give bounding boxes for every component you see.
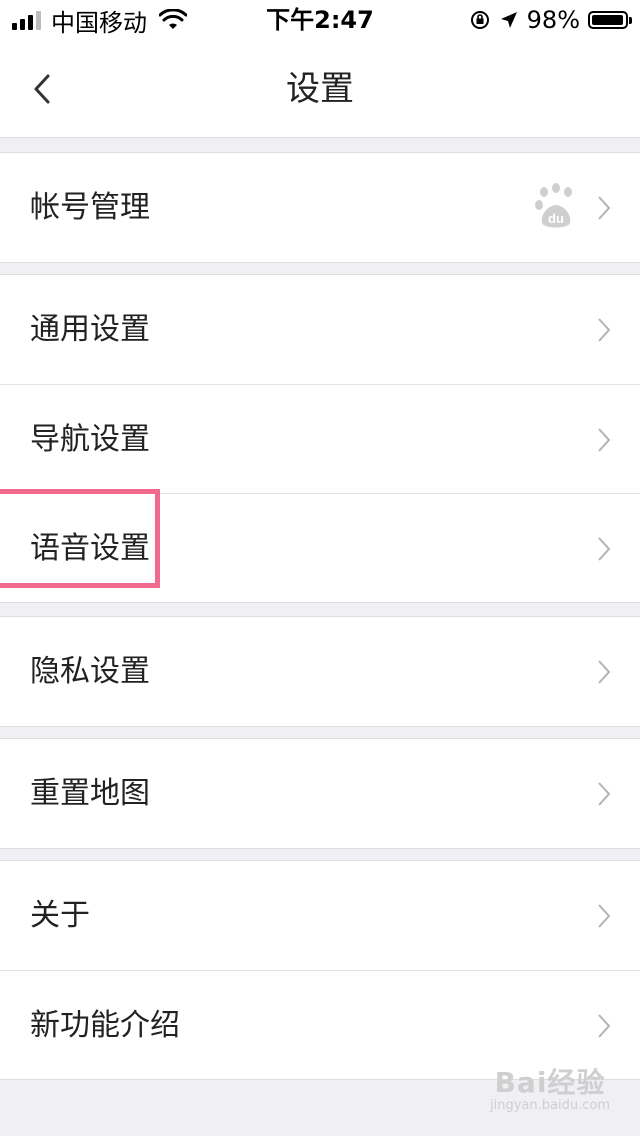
settings-row-privacy[interactable]: 隐私设置 <box>0 617 640 726</box>
location-arrow-icon <box>500 12 517 28</box>
settings-row-account[interactable]: 帐号管理 du <box>0 153 640 262</box>
row-label: 隐私设置 <box>30 654 150 689</box>
watermark-url: jingyan.baidu.com <box>490 1098 610 1113</box>
baidu-paw-icon: du <box>535 183 572 228</box>
settings-row-navigation[interactable]: 导航设置 <box>0 384 640 493</box>
chevron-right-icon <box>598 660 611 684</box>
settings-row-voice[interactable]: 语音设置 <box>0 493 640 602</box>
status-right: 98% <box>469 4 632 36</box>
row-label: 关于 <box>30 898 90 933</box>
settings-group-privacy: 隐私设置 <box>0 616 640 727</box>
battery-icon <box>588 11 632 29</box>
battery-percent: 98% <box>526 6 580 34</box>
watermark: Bai经验 jingyan.baidu.com <box>490 1068 610 1114</box>
settings-row-new-features[interactable]: 新功能介绍 <box>0 970 640 1079</box>
watermark-text: Bai经验 <box>494 1066 606 1099</box>
settings-group-general: 通用设置 导航设置 语音设置 <box>0 274 640 603</box>
settings-group-account: 帐号管理 du <box>0 152 640 263</box>
status-bar: 中国移动 下午2:47 98% <box>0 0 640 40</box>
chevron-right-icon <box>598 904 611 928</box>
row-label: 重置地图 <box>30 776 150 811</box>
row-label: 语音设置 <box>30 531 150 566</box>
row-label: 帐号管理 <box>30 190 150 225</box>
settings-row-reset-map[interactable]: 重置地图 <box>0 739 640 848</box>
settings-row-about[interactable]: 关于 <box>0 861 640 970</box>
chevron-right-icon <box>598 537 611 561</box>
nav-bar: 设置 <box>0 40 640 138</box>
battery-fill <box>592 15 624 25</box>
page-title: 设置 <box>286 69 354 109</box>
chevron-right-icon <box>598 1014 611 1038</box>
orientation-lock-icon <box>470 11 489 29</box>
settings-group-reset: 重置地图 <box>0 738 640 849</box>
chevron-right-icon <box>598 428 611 452</box>
chevron-right-icon <box>598 196 611 220</box>
row-label: 通用设置 <box>30 312 150 347</box>
svg-text:du: du <box>548 211 564 226</box>
row-label: 导航设置 <box>30 422 150 457</box>
settings-group-about: 关于 新功能介绍 <box>0 860 640 1080</box>
row-label: 新功能介绍 <box>30 1008 180 1043</box>
settings-row-general[interactable]: 通用设置 <box>0 275 640 384</box>
chevron-right-icon <box>598 318 611 342</box>
chevron-right-icon <box>598 782 611 806</box>
